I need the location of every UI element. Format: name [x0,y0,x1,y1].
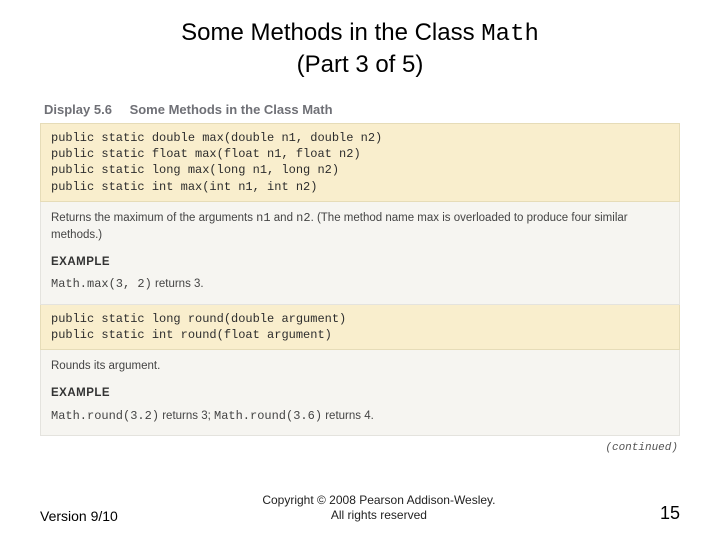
slide: Some Methods in the Class Math (Part 3 o… [0,0,720,540]
title-line-2: (Part 3 of 5) [0,50,720,80]
example-code: Math.round(3.6) [214,409,322,423]
example-line: Math.round(3.2) returns 3; Math.round(3.… [51,408,669,425]
slide-title: Some Methods in the Class Math (Part 3 o… [0,0,720,80]
signature-line: public static long round(double argument… [51,311,669,327]
code-block-max: public static double max(double n1, doub… [40,123,680,202]
example-line: Math.max(3, 2) returns 3. [51,276,669,293]
description-block-max: Returns the maximum of the arguments n1 … [40,202,680,305]
signature-line: public static float max(float n1, float … [51,146,669,162]
title-classname: Math [481,21,539,48]
title-text: Some Methods in the Class [181,19,481,46]
footer: Version 9/10 Copyright © 2008 Pearson Ad… [0,493,720,524]
description-text: Returns the maximum of the arguments n1 … [51,210,669,244]
desc-arg: n1 [256,211,270,225]
display-caption: Some Methods in the Class Math [130,102,333,117]
copyright-line-1: Copyright © 2008 Pearson Addison-Wesley. [262,493,495,507]
signature-line: public static int round(float argument) [51,327,669,343]
example-fragment: returns 4. [322,410,374,422]
display-label: Display 5.6 [44,102,112,117]
title-line-1: Some Methods in the Class Math [0,18,720,50]
copyright-line-2: All rights reserved [331,508,427,522]
code-block-round: public static long round(double argument… [40,305,680,350]
copyright: Copyright © 2008 Pearson Addison-Wesley.… [118,493,640,524]
signature-line: public static int max(int n1, int n2) [51,179,669,195]
page-number: 15 [640,503,680,524]
version-label: Version 9/10 [40,508,118,524]
example-fragment: returns 3; [159,410,214,422]
figure: Display 5.6 Some Methods in the Class Ma… [40,98,680,436]
display-header: Display 5.6 Some Methods in the Class Ma… [40,98,680,123]
desc-arg: n2 [296,211,310,225]
example-code: Math.max(3, 2) [51,277,152,291]
description-text: Rounds its argument. [51,358,669,375]
desc-fragment: Returns the maximum of the arguments [51,212,256,224]
example-label: EXAMPLE [51,385,669,402]
description-block-round: Rounds its argument. EXAMPLE Math.round(… [40,350,680,436]
continued-label: (continued) [0,442,678,454]
example-tail: returns 3. [152,278,204,290]
desc-fragment: and [271,212,297,224]
example-code: Math.round(3.2) [51,409,159,423]
example-label: EXAMPLE [51,254,669,271]
signature-line: public static long max(long n1, long n2) [51,162,669,178]
signature-line: public static double max(double n1, doub… [51,130,669,146]
